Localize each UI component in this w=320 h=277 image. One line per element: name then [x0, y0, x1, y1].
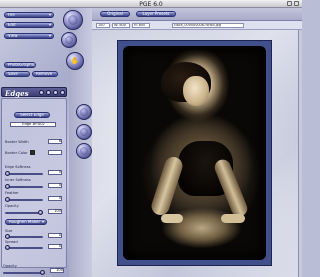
edge-softness-label: Edge Softness [5, 165, 31, 169]
canvas-scrollbar[interactable] [298, 30, 302, 277]
circle-icon [80, 128, 88, 136]
inner-softness-slider[interactable] [5, 184, 43, 189]
tool-dial-button[interactable] [63, 10, 83, 30]
photographic-label: PhotoGraphic [8, 62, 35, 67]
layer-presets-button[interactable]: Layer Presets [136, 11, 176, 17]
opacity-label: Opacity [5, 204, 19, 208]
save-label: Save [8, 71, 18, 76]
circle-icon [65, 36, 73, 44]
close-icon[interactable] [60, 90, 65, 95]
photo-edge-effect [123, 46, 266, 260]
border-width-field[interactable]: 6 [48, 139, 62, 144]
minimize-button[interactable] [287, 1, 292, 6]
chevron-down-icon: ▾ [48, 22, 51, 27]
layer-presets-label: Layer Presets [142, 11, 170, 16]
feather-label: Feather [5, 191, 19, 195]
help-icon[interactable] [53, 90, 58, 95]
edge-name-field[interactable]: Edge #FD02 [10, 122, 56, 127]
window-controls [287, 1, 299, 6]
edges-panel-header: Edges [1, 87, 67, 98]
feather-slider[interactable] [5, 197, 43, 202]
size-slider[interactable] [5, 234, 43, 239]
chevron-down-icon: ▾ [41, 219, 44, 224]
window-title: PGE 6.0 [139, 1, 163, 8]
photo-frame[interactable] [117, 40, 272, 266]
hand-tool-button[interactable]: ✋ [66, 52, 84, 70]
edges-title: Edges [5, 89, 29, 98]
opacity-slider[interactable] [5, 210, 43, 215]
menu-file[interactable]: File ▾ [4, 12, 54, 18]
roughen-maker-label: Roughen Maker [9, 219, 41, 224]
edge-tool-1[interactable] [76, 104, 92, 120]
menu-edit-label: Edit [8, 22, 16, 27]
info-bar: 100 W: 800 H: 800 clock_00000000874Holl.… [92, 21, 302, 30]
inner-softness-label: Inner Softness [5, 178, 31, 182]
border-color-field[interactable] [48, 150, 62, 155]
edge-tool-3[interactable] [76, 143, 92, 159]
maximize-button[interactable] [294, 1, 299, 6]
info-icon[interactable] [39, 90, 44, 95]
border-width-label: Border Width [5, 140, 29, 144]
slider-knob[interactable] [5, 184, 10, 189]
filename-field: clock_00000000874Holl.jpg [172, 23, 244, 28]
reset-icon[interactable] [46, 90, 51, 95]
feather-field[interactable]: 0 [48, 196, 62, 201]
opacity-field[interactable]: 100 [48, 209, 62, 214]
edge-softness-slider[interactable] [5, 171, 43, 176]
inner-softness-field[interactable]: 0 [48, 183, 62, 188]
photographic-button[interactable]: PhotoGraphic [4, 62, 36, 68]
dial-icon [68, 15, 78, 25]
save-button[interactable]: Save [4, 71, 30, 77]
slider-knob[interactable] [38, 210, 43, 215]
zoom-field[interactable]: 100 [96, 23, 110, 28]
bottom-opacity-field[interactable]: 100 [50, 268, 64, 273]
select-edge-label: Select Edge [20, 112, 44, 117]
roughen-maker-dropdown[interactable]: Roughen Maker ▾ [5, 219, 47, 225]
spread-field[interactable]: 0 [48, 244, 62, 249]
original-button[interactable]: Original [100, 11, 130, 17]
circle-icon [80, 108, 88, 116]
remove-label: Remove [36, 71, 53, 76]
tool-round-button[interactable] [61, 32, 77, 48]
circle-icon [80, 147, 88, 155]
title-bar: PGE 6.0 [0, 0, 302, 8]
select-edge-button[interactable]: Select Edge [14, 112, 50, 118]
hand-icon: ✋ [70, 57, 80, 65]
photo-preview[interactable] [123, 46, 266, 260]
top-toolbar: Original Layer Presets [92, 8, 302, 21]
size-field[interactable]: 0 [48, 233, 62, 238]
chevron-down-icon: ▾ [48, 12, 51, 17]
remove-button[interactable]: Remove [32, 71, 58, 77]
menu-file-label: File [8, 12, 15, 17]
slider-knob[interactable] [5, 197, 10, 202]
edge-tool-2[interactable] [76, 124, 92, 140]
edge-softness-field[interactable]: 0 [48, 170, 62, 175]
menu-edit[interactable]: Edit ▾ [4, 22, 54, 28]
slider-knob[interactable] [5, 234, 10, 239]
size-label: Size [5, 229, 13, 233]
bottom-opacity-label: Opacity [3, 264, 17, 268]
bottom-opacity-slider[interactable] [3, 270, 45, 275]
border-color-swatch[interactable] [30, 150, 35, 155]
width-field: W: 800 [112, 23, 130, 28]
border-color-label: Border Color [5, 151, 28, 155]
slider-knob[interactable] [5, 245, 10, 250]
menu-view[interactable]: View ▾ [4, 33, 54, 39]
spread-label: Spread [5, 240, 18, 244]
chevron-down-icon: ▾ [48, 33, 51, 38]
menu-view-label: View [8, 33, 18, 38]
spread-slider[interactable] [5, 245, 43, 250]
original-label: Original [107, 11, 123, 16]
slider-knob[interactable] [40, 270, 45, 275]
slider-knob[interactable] [5, 171, 10, 176]
height-field: H: 800 [132, 23, 150, 28]
